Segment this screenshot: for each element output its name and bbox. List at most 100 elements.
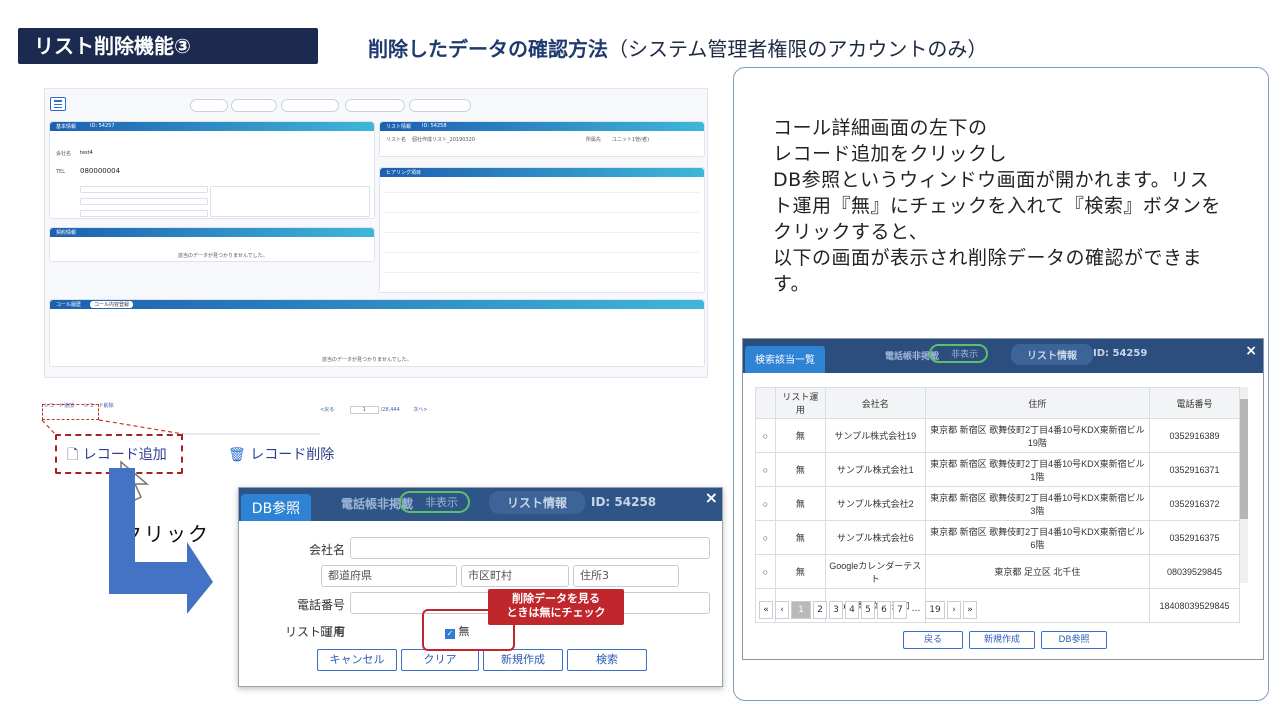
- row-address: 東京都 新宿区 歌舞伎町2丁目4番10号KDX東新宿ビル3階: [924, 486, 1151, 521]
- table-row[interactable]: ○ 無 Googleカレンダーテスト 東京都 足立区 北千住 08039529845: [755, 554, 1240, 589]
- list-use-yes[interactable]: 有: [321, 623, 346, 639]
- list-info-title: リスト情報: [386, 124, 412, 130]
- row-phone: 0352916375: [1149, 520, 1240, 555]
- dialog-bg-id: ID: 54258: [591, 495, 657, 509]
- call-register-button[interactable]: コール内容登録: [90, 301, 134, 308]
- tel-value: 080000004: [80, 167, 121, 175]
- page-last[interactable]: »: [963, 601, 977, 619]
- search-result-tab[interactable]: 検索該当一覧: [745, 346, 825, 373]
- row-use: 無: [774, 452, 826, 487]
- list-select[interactable]: [345, 99, 405, 112]
- pager-next[interactable]: 次へ>: [413, 407, 427, 413]
- page-title-badge: リスト削除機能③: [18, 28, 318, 64]
- table-row[interactable]: ○ 無サンプル株式会社2 東京都 新宿区 歌舞伎町2丁目4番10号KDX東新宿ビル3…: [755, 486, 1240, 521]
- page-7[interactable]: 7: [893, 601, 907, 619]
- page-6[interactable]: 6: [877, 601, 891, 619]
- page-3[interactable]: 3: [829, 601, 843, 619]
- page-subtitle: 削除したデータの確認方法（システム管理者権限のアカウントのみ）: [368, 33, 987, 62]
- close-icon[interactable]: ×: [1245, 343, 1257, 359]
- page-5[interactable]: 5: [861, 601, 875, 619]
- close-icon[interactable]: ×: [705, 488, 718, 507]
- radio-icon[interactable]: ○: [755, 452, 776, 487]
- dialog-bg-toggle[interactable]: 非表示: [399, 491, 470, 513]
- list-name-value: 個社作成リスト_20190320: [412, 137, 475, 143]
- radio-icon[interactable]: ○: [755, 418, 776, 453]
- row-address: 東京都 新宿区 歌舞伎町2丁目4番10号KDX東新宿ビル1階: [924, 452, 1151, 487]
- call-detail-screenshot: 基本情報 ID: 54257 会社名 test4 TEL 080000004 契…: [44, 88, 708, 378]
- pager-page[interactable]: 1: [349, 406, 379, 414]
- unit-value: ユニット1管(者): [612, 137, 650, 143]
- page-19[interactable]: 19: [925, 601, 945, 619]
- phone-label: 電話番号: [296, 598, 345, 612]
- company-input[interactable]: [350, 537, 710, 559]
- address3-input[interactable]: 住所3: [573, 565, 679, 587]
- tel-label: TEL: [56, 169, 65, 175]
- row-phone: 08039529845: [1149, 554, 1240, 589]
- checkbox-unchecked[interactable]: [321, 626, 331, 636]
- pager-prev[interactable]: <戻る: [320, 407, 334, 413]
- call-button[interactable]: [409, 99, 471, 112]
- page-2[interactable]: 2: [813, 601, 827, 619]
- page-first[interactable]: «: [759, 601, 773, 619]
- col-company: 会社名: [824, 387, 926, 419]
- list-info-panel: リスト情報 ID: 54258 リスト名 個社作成リスト_20190320 所属…: [379, 121, 705, 157]
- table-row[interactable]: ○ 無サンプル株式会社19 東京都 新宿区 歌舞伎町2丁目4番10号KDX東新宿ビル…: [755, 418, 1240, 453]
- clear-button[interactable]: クリア: [401, 649, 479, 671]
- search-result-dialog: 電話帳非掲載 非表示 リスト情報 ID: 54259 × 検索該当一覧 リスト運…: [742, 338, 1264, 660]
- page-1[interactable]: 1: [791, 601, 811, 619]
- radio-icon[interactable]: ○: [755, 554, 776, 589]
- col-address: 住所: [924, 387, 1151, 419]
- result-bg-toggle[interactable]: 非表示: [929, 344, 989, 363]
- db-reference-dialog: 電話帳非掲載 非表示 リスト情報 ID: 54258 × DB参照 会社名 住所…: [238, 487, 723, 687]
- table-row[interactable]: ○ 無サンプル株式会社6 東京都 新宿区 歌舞伎町2丁目4番10号KDX東新宿ビル6…: [755, 520, 1240, 555]
- row-phone: 0352916371: [1149, 452, 1240, 487]
- db-reference-button[interactable]: DB参照: [1041, 631, 1107, 649]
- prefecture-input[interactable]: 都道府県: [321, 565, 457, 587]
- list-name-label: リスト名: [386, 137, 407, 143]
- subtitle-rest: （システム管理者権限のアカウントのみ）: [608, 37, 988, 61]
- dialog-bg-tag-list: リスト情報: [489, 491, 586, 514]
- radio-icon[interactable]: ○: [755, 520, 776, 555]
- basic-info-panel: 基本情報 ID: 54257 会社名 test4 TEL 080000004: [49, 121, 375, 219]
- row-use: 無: [774, 554, 826, 589]
- subtitle-bold: 削除したデータの確認方法: [368, 37, 608, 61]
- page-prev[interactable]: ‹: [775, 601, 789, 619]
- record-delete-button[interactable]: 🗑 レコード削除: [228, 444, 334, 464]
- row-address: 東京都 足立区 北千住: [924, 554, 1151, 589]
- row-company: Googleカレンダーテスト: [824, 554, 926, 589]
- edit-button[interactable]: [190, 99, 228, 112]
- note-callout: 削除データを見る ときは無にチェック: [488, 589, 624, 625]
- radio-icon[interactable]: ○: [755, 486, 776, 521]
- menu-icon[interactable]: [50, 97, 66, 111]
- row-use: 無: [774, 418, 826, 453]
- search-button[interactable]: [281, 99, 339, 112]
- row-use: 無: [774, 486, 826, 521]
- result-scrollbar[interactable]: [1240, 387, 1248, 583]
- call-history-no-data: 該当のデータが見つかりませんでした。: [322, 357, 412, 363]
- cancel-button[interactable]: キャンセル: [317, 649, 397, 671]
- table-row[interactable]: ○ 無サンプル株式会社1 東京都 新宿区 歌舞伎町2丁目4番10号KDX東新宿ビル1…: [755, 452, 1240, 487]
- highlight-small-box: [42, 404, 99, 420]
- new-create-button[interactable]: 新規作成: [969, 631, 1035, 649]
- call-history-panel: コール履歴 コール内容登録 該当のデータが見つかりませんでした。: [49, 299, 705, 367]
- db-reference-tab[interactable]: DB参照: [241, 494, 311, 521]
- hearing-panel: ヒアリング項目: [379, 167, 705, 293]
- result-bg-tag-list: リスト情報: [1011, 344, 1093, 365]
- list-info-id: ID: 54258: [422, 123, 447, 129]
- row-phone: 18408039529845: [1149, 588, 1240, 623]
- city-input[interactable]: 市区町村: [461, 565, 569, 587]
- result-table: リスト運用 会社名 住所 電話番号 ○ 無サンプル株式会社19 東京都 新宿区 歌舞…: [755, 387, 1240, 623]
- result-bg-id: ID: 54259: [1093, 348, 1148, 359]
- data-update-button[interactable]: [231, 99, 277, 112]
- search-button[interactable]: 検索: [567, 649, 647, 671]
- page-4[interactable]: 4: [845, 601, 859, 619]
- back-button[interactable]: 戻る: [903, 631, 963, 649]
- pager-total: /28,444: [380, 407, 400, 413]
- company-label: 会社名: [56, 151, 72, 157]
- page-next[interactable]: ›: [947, 601, 961, 619]
- scrollbar-thumb[interactable]: [1240, 399, 1248, 519]
- new-create-button[interactable]: 新規作成: [483, 649, 563, 671]
- row-phone: 0352916372: [1149, 486, 1240, 521]
- company-value: test4: [80, 150, 93, 156]
- row-address: 東京都 新宿区 歌舞伎町2丁目4番10号KDX東新宿ビル19階: [924, 418, 1151, 453]
